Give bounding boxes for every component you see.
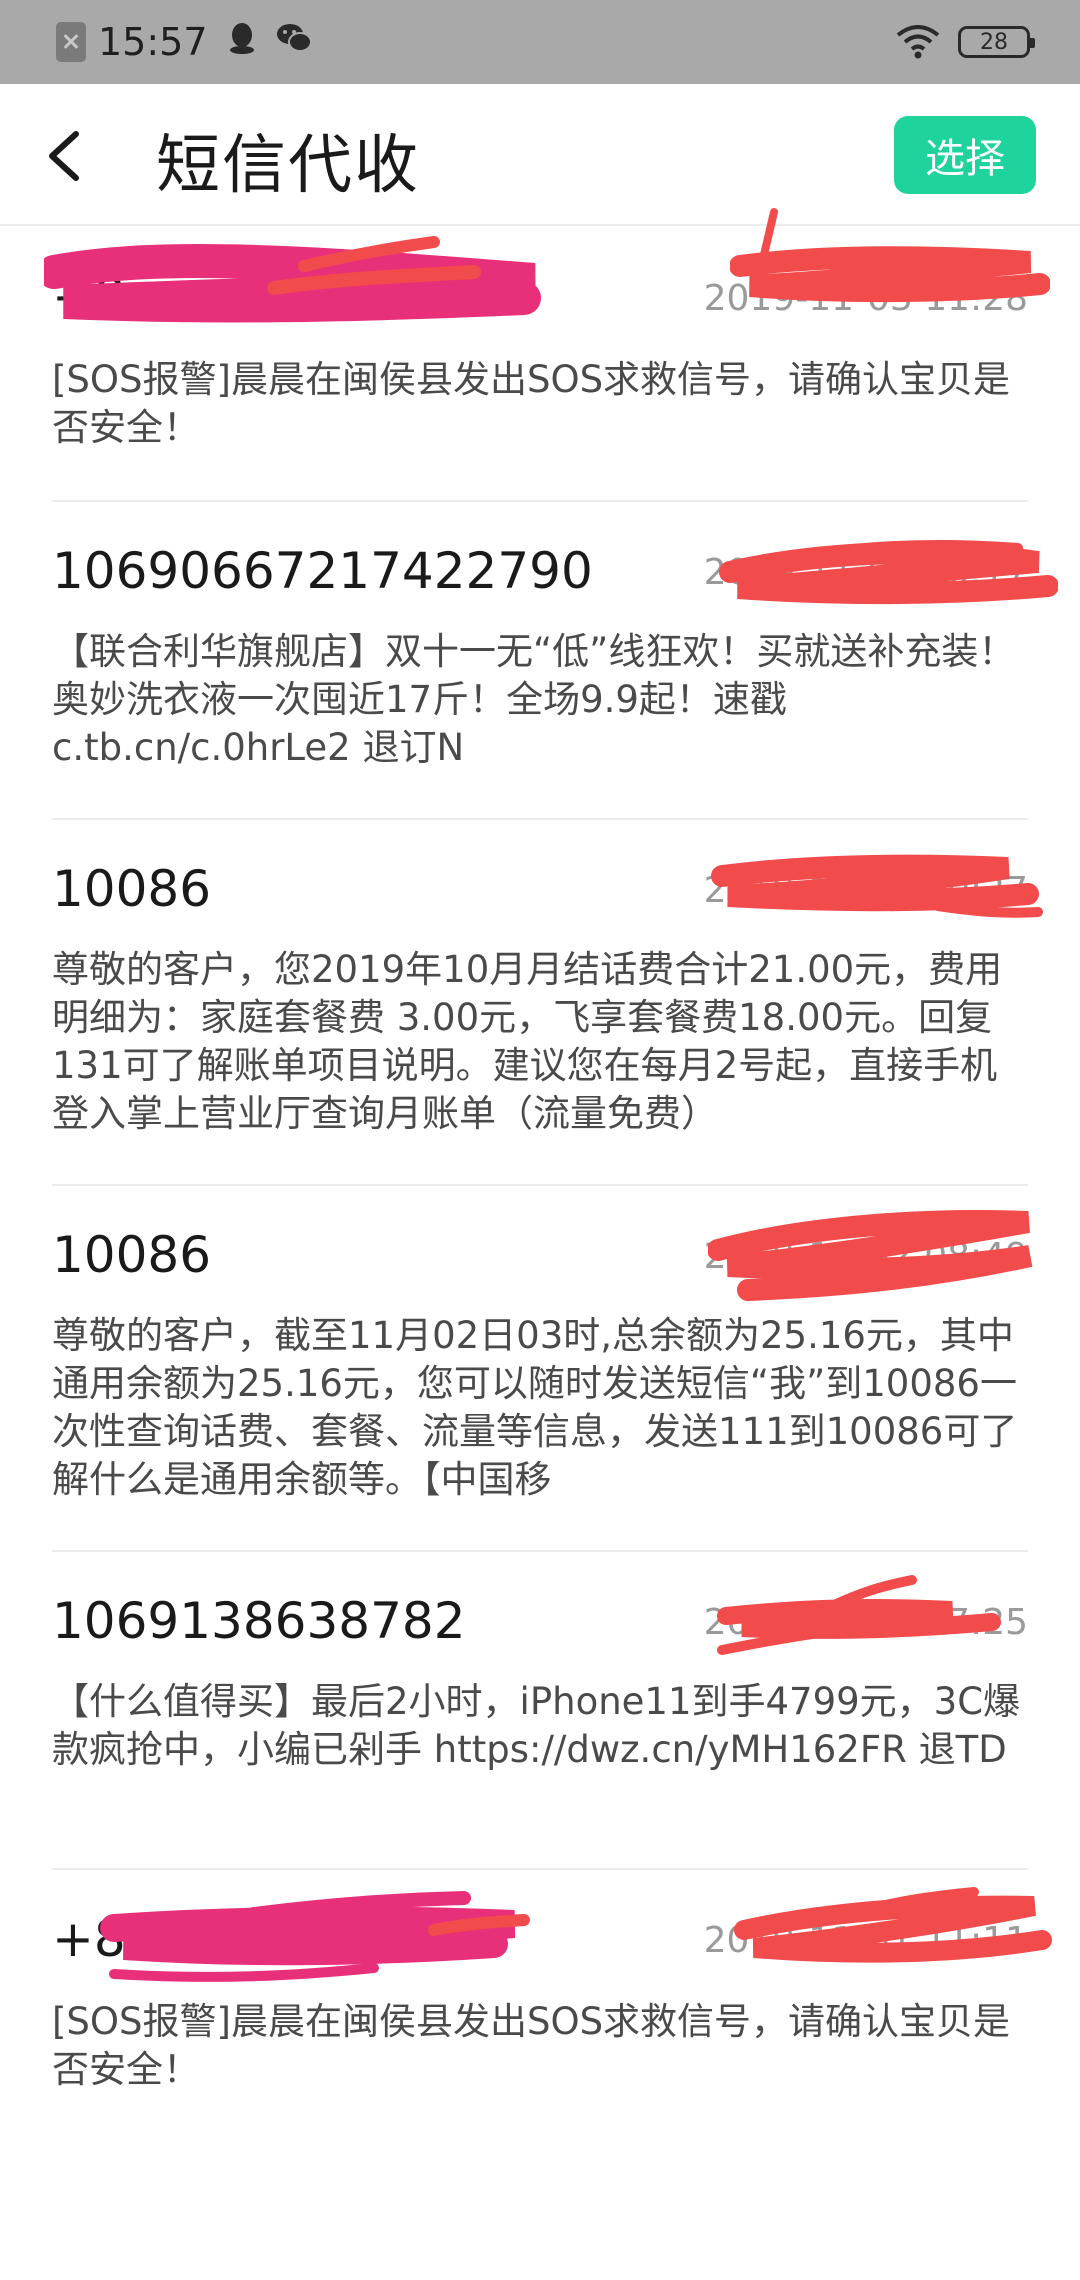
list-item[interactable]: 1069138638782 2019-11-01 17:25 【什么值得买】最后… <box>52 1552 1028 1870</box>
page-title: 短信代收 <box>156 129 420 203</box>
message-sender: 10690667217422790 <box>52 542 593 600</box>
message-body: 【什么值得买】最后2小时，iPhone11到手4799元，3C爆款疯抢中，小编已… <box>52 1680 1021 1771</box>
status-bar: 15:57 28 <box>0 0 1080 84</box>
message-body: 尊敬的客户，您2019年10月月结话费合计21.00元，费用明细为：家庭套餐费 … <box>52 948 1003 1135</box>
list-item[interactable]: +8 2019-11-03 11:28 [SOS报警]晨晨在闽侯县发出SOS求救… <box>44 208 1050 502</box>
select-button[interactable]: 选择 <box>894 116 1036 194</box>
list-item[interactable]: 10086 2019-11-02 08:49 尊敬的客户，截至11月02日03时… <box>52 1186 1033 1552</box>
redaction-scribble <box>100 1891 530 1982</box>
list-item[interactable]: +8 2019-11-01 11:11 [SOS报警]晨晨在闽侯县发出SOS求救… <box>52 1870 1052 2170</box>
sim-off-icon <box>56 22 86 62</box>
message-body: [SOS报警]晨晨在闽侯县发出SOS求救信号，请确认宝贝是否安全！ <box>52 358 1011 449</box>
status-right: 28 <box>896 14 1035 70</box>
message-sender: 10086 <box>52 1226 212 1284</box>
message-time: 2019-11-03 11:28 <box>703 278 1028 319</box>
battery-level: 28 <box>980 29 1008 55</box>
wifi-icon <box>896 25 940 59</box>
status-left: 15:57 <box>56 14 312 70</box>
message-body: 尊敬的客户，截至11月02日03时,总余额为25.16元，其中通用余额为25.1… <box>52 1314 1018 1501</box>
message-sender: +8 <box>52 268 126 326</box>
message-time: 2019-11-02 10:27 <box>703 870 1028 911</box>
message-body: 【联合利华旗舰店】双十一无“低”线狂欢！买就送补充装！奥妙洗衣液一次囤近17斤！… <box>52 630 1016 769</box>
message-time: 2019-11-02 20:17 <box>703 552 1028 593</box>
list-item[interactable]: 10690667217422790 2019-11-02 20:17 【联合利华… <box>52 502 1058 820</box>
message-sender: 1069138638782 <box>52 1592 466 1650</box>
qq-icon <box>228 21 256 63</box>
message-body: [SOS报警]晨晨在闽侯县发出SOS求救信号，请确认宝贝是否安全！ <box>52 2000 1011 2091</box>
message-sender: 10086 <box>52 860 212 918</box>
battery-icon: 28 <box>958 26 1035 58</box>
message-time: 2019-11-02 08:49 <box>703 1236 1028 1277</box>
message-sender: +8 <box>52 1910 126 1968</box>
back-arrow-icon[interactable] <box>36 120 96 190</box>
message-time: 2019-11-01 11:11 <box>703 1920 1028 1961</box>
list-item[interactable]: 10086 2019-11-02 10:27 尊敬的客户，您2019年10月月结… <box>52 820 1043 1186</box>
wechat-icon <box>276 22 312 62</box>
app-bar: 短信代收 选择 <box>0 84 1080 226</box>
message-time: 2019-11-01 17:25 <box>703 1602 1028 1643</box>
status-time: 15:57 <box>98 20 208 64</box>
